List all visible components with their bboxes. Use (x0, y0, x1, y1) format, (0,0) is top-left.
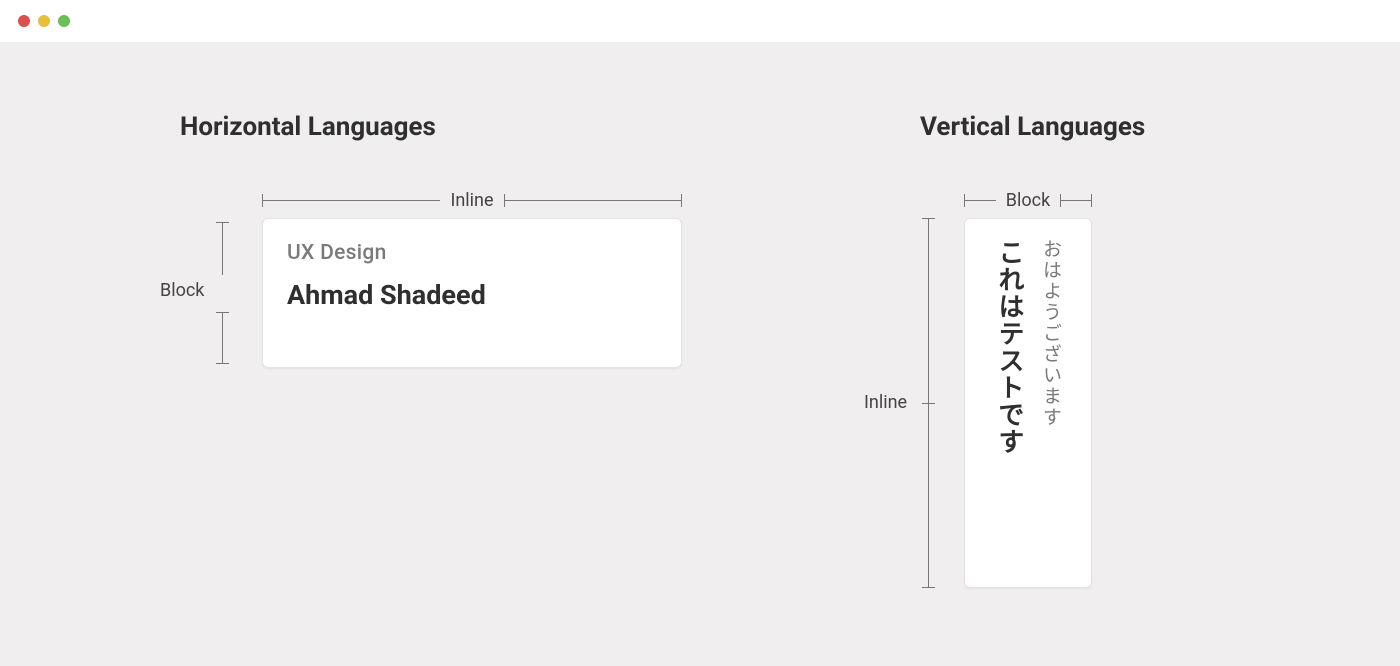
diagram-canvas: Horizontal Languages Vertical Languages … (0, 42, 1400, 666)
horizontal-block-label-outer: Block (160, 280, 204, 301)
vertical-inline-dimension (928, 218, 929, 588)
vertical-inline-label-outer: Inline (864, 392, 907, 413)
minimize-icon[interactable] (38, 15, 50, 27)
horizontal-card: UX Design Ahmad Shadeed (262, 218, 682, 368)
card-title: Ahmad Shadeed (287, 279, 657, 311)
zoom-icon[interactable] (58, 15, 70, 27)
horizontal-block-dimension: Block (222, 222, 223, 364)
vertical-card: おはようございます これはテストです (964, 218, 1092, 588)
dimension-label: Inline (440, 190, 503, 211)
horizontal-inline-dimension: Inline (262, 190, 682, 211)
horizontal-heading: Horizontal Languages (180, 112, 436, 142)
vertical-heading: Vertical Languages (920, 112, 1145, 142)
dimension-label: Block (996, 190, 1060, 211)
card-subtitle: おはようございます (1038, 239, 1065, 567)
window-titlebar (0, 0, 1400, 42)
close-icon[interactable] (18, 15, 30, 27)
vertical-block-dimension: Block (964, 190, 1092, 211)
card-title: これはテストです (991, 239, 1028, 567)
card-subtitle: UX Design (287, 241, 657, 265)
